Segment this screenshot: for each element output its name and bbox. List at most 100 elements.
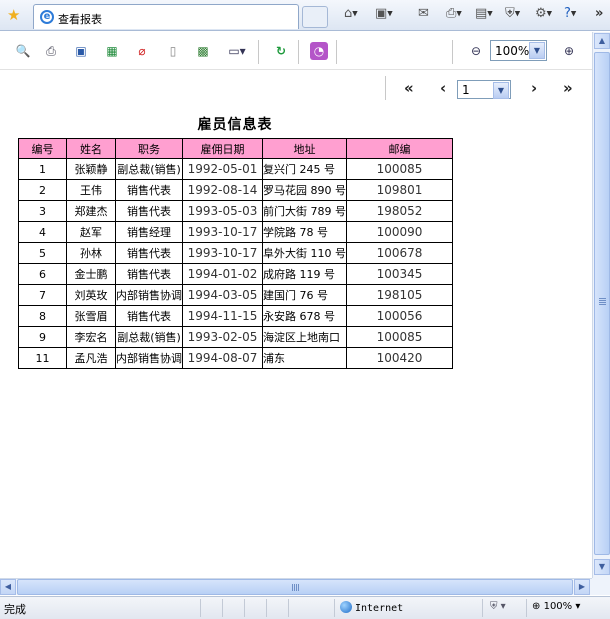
favorites-star-icon[interactable]: ★ (7, 7, 23, 23)
zone-label: Internet (355, 603, 404, 614)
page-icon[interactable]: ▤▼ (475, 6, 493, 24)
more-chevron-icon[interactable]: » (595, 6, 603, 24)
home-icon[interactable]: ⌂▼ (344, 6, 358, 24)
new-tab-button[interactable] (302, 6, 328, 28)
pager-separator (385, 76, 386, 100)
scroll-up-icon[interactable]: ▲ (594, 33, 610, 49)
security-zone[interactable]: Internet (340, 601, 403, 614)
pdf-icon[interactable]: ⌀ (133, 42, 151, 60)
chevron-down-icon[interactable]: ▼ (493, 82, 509, 99)
table-cell: 李宏名 (66, 326, 116, 348)
table-cell: 198105 (346, 284, 453, 306)
status-zoom[interactable]: ⊕ 100% ▾ (532, 601, 580, 612)
column-header: 编号 (18, 138, 67, 159)
safety-icon[interactable]: ⛨▼ (505, 6, 520, 24)
table-cell: 1993-05-03 (182, 200, 263, 222)
horizontal-scroll-thumb[interactable] (17, 579, 573, 595)
zoom-in-icon[interactable]: ⊕ (560, 42, 578, 60)
zoom-select[interactable]: 100% ▼ (490, 40, 547, 61)
feeds-icon[interactable]: ▣▼ (375, 6, 393, 24)
table-cell: 5 (18, 242, 67, 264)
status-divider (526, 599, 527, 617)
excel-icon[interactable]: ▦ (103, 42, 121, 60)
table-cell: 内部销售协调 (115, 284, 183, 306)
protected-mode-icon[interactable]: ⛨ ▾ (490, 601, 506, 612)
table-cell: 销售代表 (115, 305, 183, 327)
status-bar: 完成 Internet ⛨ ▾ ⊕ 100% ▾ (0, 596, 610, 619)
table-cell: 赵军 (66, 221, 116, 243)
table-cell: 张雪眉 (66, 305, 116, 327)
table-cell: 6 (18, 263, 67, 285)
page-value: 1 (462, 83, 470, 97)
table-row: 8 张雪眉 销售代表 1994-11-15 永安路 678 号 100056 (18, 305, 453, 327)
vertical-scrollbar[interactable]: ▲ ▼ (592, 32, 610, 578)
zoom-out-icon[interactable]: ⊖ (467, 42, 485, 60)
rss-icon[interactable]: ◔ (310, 42, 328, 60)
table-cell: 1993-10-17 (182, 242, 263, 264)
status-divider (244, 599, 245, 617)
help-icon[interactable]: ?▼ (564, 6, 576, 24)
table-cell: 4 (18, 221, 67, 243)
table-cell: 9 (18, 326, 67, 348)
table-cell: 王伟 (66, 179, 116, 201)
tab-title: 查看报表 (58, 13, 102, 26)
horizontal-scrollbar[interactable]: ◀ ▶ (0, 578, 592, 595)
print-icon[interactable]: ⎙▼ (446, 6, 462, 24)
print-preview-icon[interactable]: ▣ (72, 42, 90, 60)
print-icon[interactable]: ⎙ (42, 42, 60, 60)
table-cell: 7 (18, 284, 67, 306)
table-cell: 前门大街 789 号 (262, 200, 347, 222)
table-cell: 1994-11-15 (182, 305, 263, 327)
prev-page-button[interactable]: ‹ (440, 79, 446, 97)
ie-icon: e (40, 10, 54, 24)
table-cell: 1994-08-07 (182, 347, 263, 369)
table-cell: 海淀区上地南口 (262, 326, 347, 348)
vertical-scroll-thumb[interactable] (594, 52, 610, 555)
table-cell: 1994-01-02 (182, 263, 263, 285)
refresh-icon[interactable]: ↻ (272, 42, 290, 60)
mail-icon[interactable]: ✉ (418, 6, 429, 24)
table-cell: 成府路 119 号 (262, 263, 347, 285)
scroll-right-icon[interactable]: ▶ (574, 579, 590, 595)
column-header: 雇佣日期 (182, 138, 263, 159)
table-cell: 1 (18, 158, 67, 180)
table-cell: 100085 (346, 326, 453, 348)
status-divider (482, 599, 483, 617)
pager: « ‹ 1 ▼ › » (385, 76, 585, 102)
table-header-row: 编号 姓名 职务 雇佣日期 地址 邮编 (18, 138, 453, 159)
table-cell: 销售代表 (115, 200, 183, 222)
report-title: 雇员信息表 (197, 117, 273, 133)
table-cell: 刘英玫 (66, 284, 116, 306)
tab-report[interactable]: e 查看报表 (33, 4, 299, 29)
export-icon[interactable]: ▩ (194, 42, 212, 60)
table-row: 6 金士鹏 销售代表 1994-01-02 成府路 119 号 100345 (18, 263, 453, 285)
table-cell: 孙林 (66, 242, 116, 264)
table-cell: 100678 (346, 242, 453, 264)
scroll-left-icon[interactable]: ◀ (0, 579, 16, 595)
browser-window: ★ e 查看报表 ⌂▼ ▣▼ ✉ ⎙▼ ▤▼ ⛨▼ ⚙▼ ?▼ » 🔍 ⎙ ▣ … (0, 0, 610, 619)
employee-table: 编号 姓名 职务 雇佣日期 地址 邮编 1 张颖静 副总裁(销售) 1992-05-0… (18, 138, 453, 369)
status-divider (288, 599, 289, 617)
table-cell: 金士鹏 (66, 263, 116, 285)
display-icon[interactable]: ▭▾ (223, 42, 251, 60)
last-page-button[interactable]: » (563, 79, 573, 97)
scroll-down-icon[interactable]: ▼ (594, 559, 610, 575)
find-icon[interactable]: 🔍 (14, 42, 32, 60)
scroll-corner (592, 578, 610, 595)
table-cell: 100345 (346, 263, 453, 285)
next-page-button[interactable]: › (531, 79, 537, 97)
status-divider (200, 599, 201, 617)
table-cell: 1993-02-05 (182, 326, 263, 348)
table-row: 4 赵军 销售经理 1993-10-17 学院路 78 号 100090 (18, 221, 453, 243)
table-cell: 孟凡浩 (66, 347, 116, 369)
first-page-button[interactable]: « (404, 79, 414, 97)
table-row: 5 孙林 销售代表 1993-10-17 阜外大街 110 号 100678 (18, 242, 453, 264)
tools-icon[interactable]: ⚙▼ (535, 6, 552, 24)
column-header: 邮编 (346, 138, 453, 159)
table-cell: 3 (18, 200, 67, 222)
word-icon[interactable]: ▯ (164, 42, 182, 60)
page-select[interactable]: 1 ▼ (457, 80, 511, 99)
table-cell: 销售经理 (115, 221, 183, 243)
table-row: 3 郑建杰 销售代表 1993-05-03 前门大街 789 号 198052 (18, 200, 453, 222)
chevron-down-icon[interactable]: ▼ (529, 42, 545, 59)
